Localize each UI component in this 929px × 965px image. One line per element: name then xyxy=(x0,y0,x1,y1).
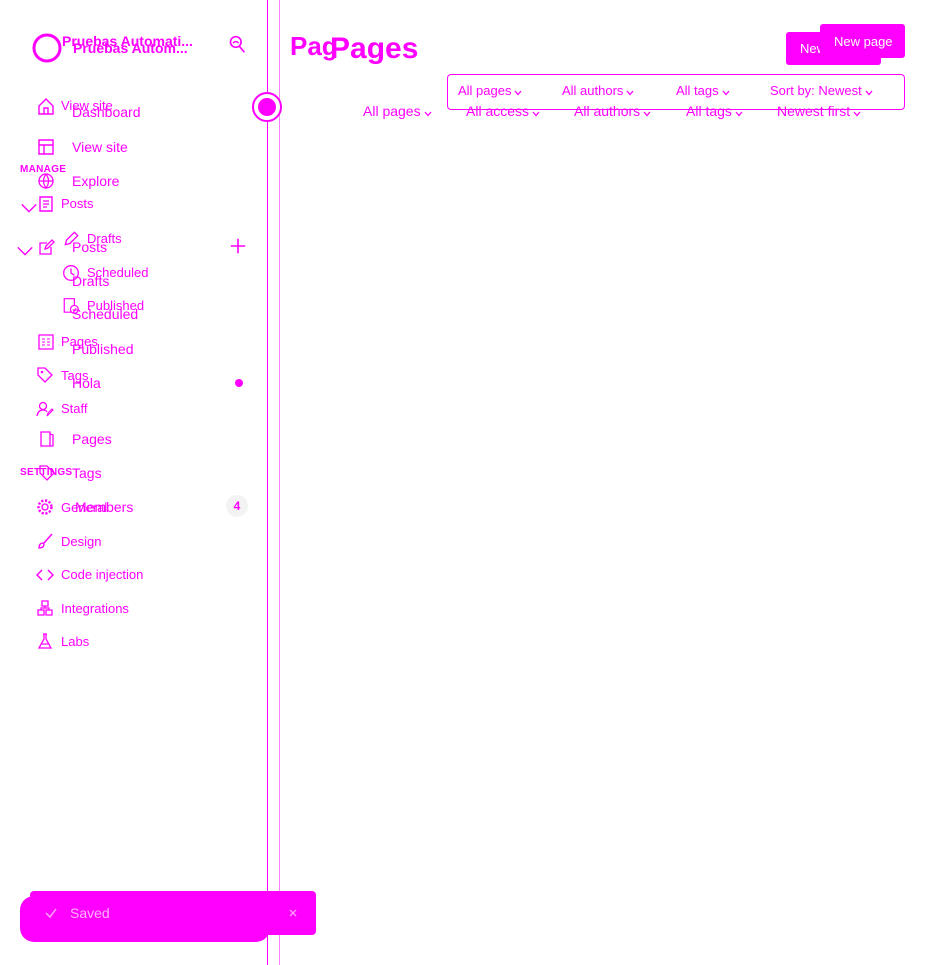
filter-all-tags-back[interactable]: All tags xyxy=(686,103,743,120)
chevron-down-icon xyxy=(853,104,861,120)
chevron-down-icon xyxy=(424,104,432,120)
gear-icon xyxy=(36,498,54,516)
filter-sort[interactable]: Sort by: Newest xyxy=(770,83,873,99)
filter-all-tags[interactable]: All tags xyxy=(676,83,730,99)
site-title[interactable]: Pruebas Automati... xyxy=(62,33,193,49)
members-count-badge: 4 xyxy=(226,495,248,517)
filter-all-authors-back-label: All authors xyxy=(574,103,641,119)
sidebar-item-published-back[interactable]: Published xyxy=(72,341,134,357)
chevron-down-icon[interactable] xyxy=(16,242,26,252)
check-icon xyxy=(44,906,58,920)
new-page-button[interactable]: New page xyxy=(820,24,905,58)
integrations-icon xyxy=(36,599,54,617)
sidebar-item-tags-back[interactable]: Tags xyxy=(72,465,102,481)
sidebar-item-code-injection[interactable]: Code injection xyxy=(61,567,143,582)
labs-icon xyxy=(36,632,54,650)
tag-icon xyxy=(36,366,54,384)
sidebar-item-explore[interactable]: Explore xyxy=(72,173,119,189)
home-icon xyxy=(37,97,55,115)
filter-all-access-back-label: All access xyxy=(466,103,530,119)
code-icon xyxy=(36,566,54,584)
sidebar-item-drafts-back[interactable]: Drafts xyxy=(72,273,109,289)
filter-all-pages-label: All pages xyxy=(458,83,512,98)
chevron-down-icon xyxy=(643,104,651,120)
sidebar-divider xyxy=(267,0,268,965)
toast-message: Saved xyxy=(70,905,110,921)
toast-notification: Saved xyxy=(30,891,316,935)
pages-icon xyxy=(37,333,55,351)
chevron-down-icon xyxy=(735,104,743,120)
page-icon xyxy=(38,430,56,448)
chevron-down-icon xyxy=(626,84,634,99)
filter-all-tags-label: All tags xyxy=(676,83,719,98)
filter-all-access-back[interactable]: All access xyxy=(466,103,540,120)
ghost-logo-icon[interactable] xyxy=(32,33,62,63)
staff-icon xyxy=(36,400,54,418)
sidebar-item-view-site-small[interactable]: View site xyxy=(61,98,113,113)
filter-newest-first-back-label: Newest first xyxy=(777,103,851,119)
sidebar-item-hola[interactable]: Hola xyxy=(72,375,101,391)
status-dot xyxy=(235,379,243,387)
filter-all-authors[interactable]: All authors xyxy=(562,83,634,99)
new-page-label: New page xyxy=(834,34,893,49)
sidebar-item-posts[interactable]: Posts xyxy=(61,196,94,211)
sidebar-item-labs[interactable]: Labs xyxy=(61,634,89,649)
sidebar-item-members[interactable]: Members xyxy=(75,499,133,515)
filter-all-tags-back-label: All tags xyxy=(686,103,732,119)
chevron-down-icon xyxy=(865,84,873,99)
filter-all-authors-back[interactable]: All authors xyxy=(574,103,651,120)
tag-icon xyxy=(38,464,56,482)
filter-newest-first-back[interactable]: Newest first xyxy=(777,103,861,120)
sidebar-item-view-site[interactable]: View site xyxy=(72,139,128,155)
chevron-down-icon[interactable] xyxy=(20,199,30,209)
page-title: Pages xyxy=(330,32,419,65)
filter-all-pages[interactable]: All pages xyxy=(458,83,522,99)
globe-icon xyxy=(37,172,55,190)
brush-icon xyxy=(36,532,54,550)
edit-icon xyxy=(38,238,56,256)
filter-all-pages-back-label: All pages xyxy=(363,103,421,119)
user-avatar-icon[interactable] xyxy=(251,91,283,123)
close-icon[interactable] xyxy=(288,908,298,918)
chevron-down-icon xyxy=(532,104,540,120)
chevron-down-icon xyxy=(514,84,522,99)
sidebar-item-staff[interactable]: Staff xyxy=(61,401,88,416)
filter-sort-label: Sort by: Newest xyxy=(770,83,862,98)
posts-icon xyxy=(37,195,55,213)
chevron-down-icon xyxy=(722,84,730,99)
sidebar-divider-secondary xyxy=(279,0,280,965)
filter-all-authors-label: All authors xyxy=(562,83,624,98)
plus-icon[interactable] xyxy=(229,237,249,257)
layout-icon xyxy=(37,138,55,156)
sidebar-item-posts-back[interactable]: Posts xyxy=(72,239,107,255)
sidebar-item-integrations[interactable]: Integrations xyxy=(61,601,129,616)
search-icon[interactable] xyxy=(228,35,248,57)
sidebar-item-design[interactable]: Design xyxy=(61,534,101,549)
sidebar-item-scheduled-back[interactable]: Scheduled xyxy=(72,306,138,322)
filter-all-pages-back[interactable]: All pages xyxy=(363,103,432,120)
sidebar-item-pages-back[interactable]: Pages xyxy=(72,431,112,447)
